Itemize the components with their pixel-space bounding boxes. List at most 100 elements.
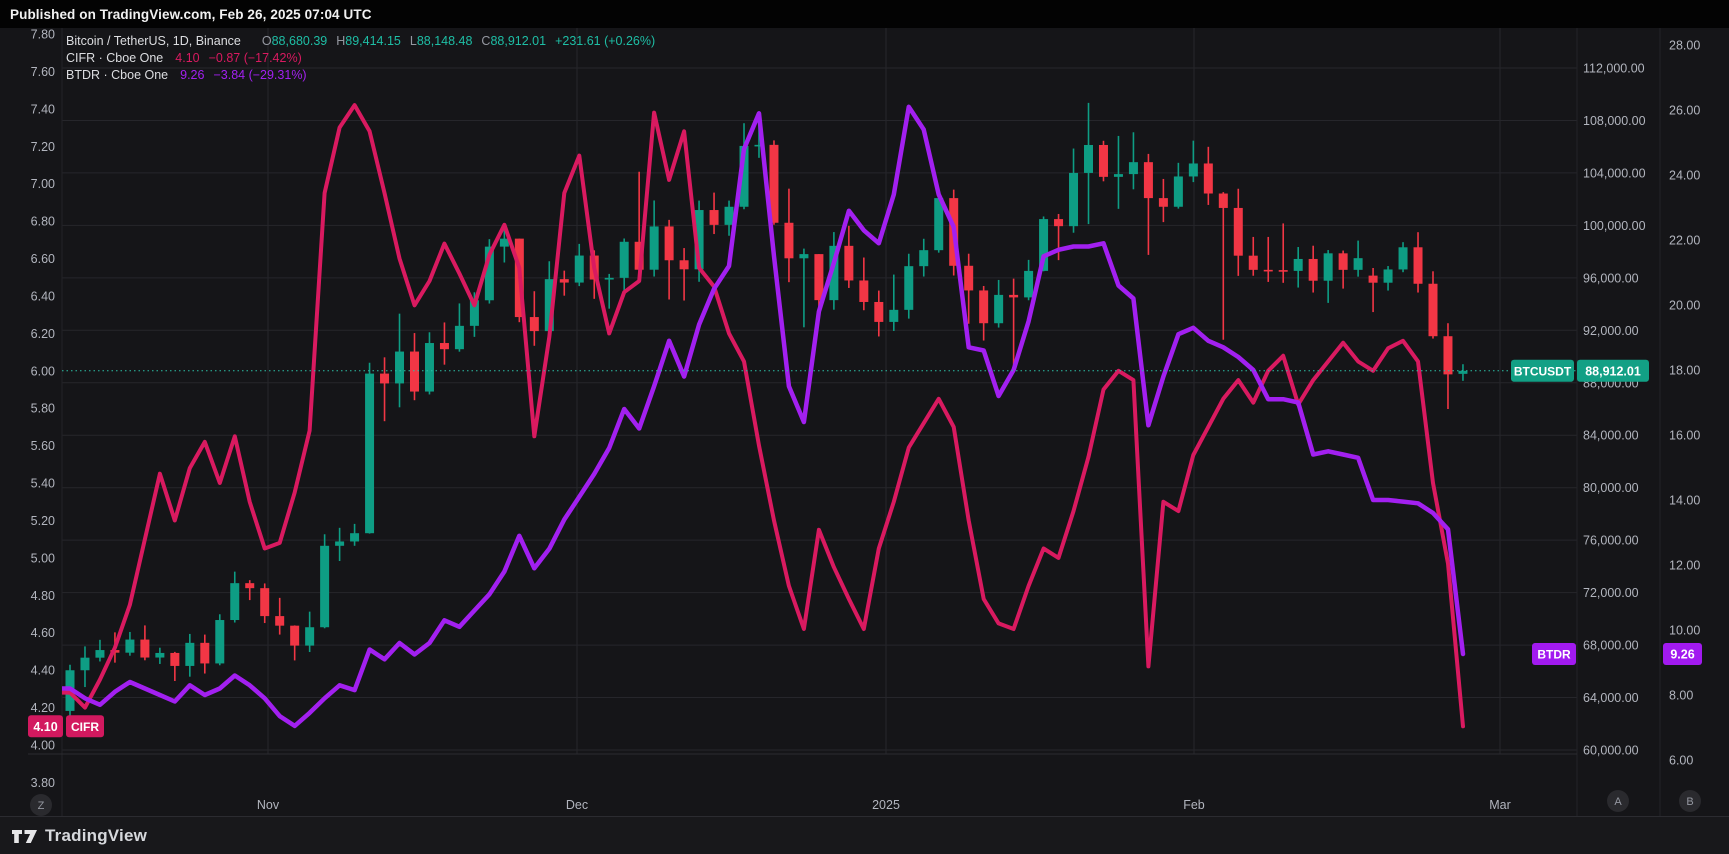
- btc-axis-tick: 64,000.00: [1583, 691, 1639, 705]
- legend-row-cifr[interactable]: CIFR · Cboe One4.10−0.87 (−17.42%): [66, 50, 655, 67]
- candle-body: [710, 210, 719, 225]
- candle-body: [784, 223, 793, 259]
- svg-text:B: B: [1686, 796, 1693, 808]
- candle-body: [230, 583, 239, 620]
- candle-body: [1384, 269, 1393, 282]
- left-axis-tick: 5.60: [31, 439, 55, 453]
- candle-body: [725, 207, 734, 225]
- candle-body: [440, 343, 449, 349]
- btdr-axis-tick: 14.00: [1669, 494, 1700, 508]
- candle-body: [1174, 176, 1183, 206]
- candle-body: [1234, 208, 1243, 256]
- svg-text:Z: Z: [38, 800, 45, 812]
- candle-body: [1309, 259, 1318, 281]
- candle-body: [1264, 270, 1273, 272]
- candle-body: [425, 343, 434, 392]
- candle-body: [290, 626, 299, 646]
- btdr-axis-tick: 10.00: [1669, 624, 1700, 638]
- candle-body: [994, 295, 1003, 323]
- candle-body: [245, 583, 254, 588]
- tradingview-logo[interactable]: TradingView: [11, 826, 147, 846]
- svg-text:88,912.01: 88,912.01: [1585, 364, 1641, 378]
- scale-button-b[interactable]: B: [1679, 790, 1701, 812]
- left-axis-tick: 7.60: [31, 65, 55, 79]
- candle-body: [530, 317, 539, 331]
- chart-legend: Bitcoin / TetherUS, 1D, BinanceO88,680.3…: [66, 33, 655, 85]
- btdr-axis-tick: 20.00: [1669, 299, 1700, 313]
- svg-text:9.26: 9.26: [1670, 648, 1694, 662]
- candle-body: [95, 650, 104, 658]
- candle-body: [455, 326, 464, 349]
- left-axis-tick: 6.60: [31, 252, 55, 266]
- candle-body: [305, 627, 314, 645]
- candle-body: [665, 226, 674, 260]
- candle-body: [1294, 259, 1303, 271]
- time-axis-tick: Feb: [1183, 798, 1205, 812]
- btc-axis-tick: 68,000.00: [1583, 639, 1639, 653]
- candle-body: [1069, 173, 1078, 226]
- candle-body: [1428, 284, 1437, 336]
- candle-body: [320, 546, 329, 627]
- svg-text:4.10: 4.10: [33, 720, 57, 734]
- btdr-axis-tick: 8.00: [1669, 689, 1693, 703]
- candle-body: [1159, 198, 1168, 207]
- left-axis-tick: 6.40: [31, 289, 55, 303]
- candle-body: [620, 242, 629, 278]
- left-axis-tick: 4.20: [31, 701, 55, 715]
- candle-body: [1144, 162, 1153, 198]
- candle-body: [605, 278, 614, 280]
- btdr-axis-tick: 16.00: [1669, 429, 1700, 443]
- candle-body: [1114, 174, 1123, 177]
- candle-body: [1024, 271, 1033, 297]
- time-axis-tick: Mar: [1489, 798, 1511, 812]
- candle-body: [1339, 253, 1348, 270]
- candle-body: [1054, 219, 1063, 226]
- tradingview-brand-text: TradingView: [45, 826, 147, 846]
- left-axis-tick: 6.00: [31, 364, 55, 378]
- candle-body: [575, 256, 584, 283]
- btdr-value: 9.26: [180, 68, 204, 82]
- btc-axis-tick: 76,000.00: [1583, 534, 1639, 548]
- btdr-axis-tick: 26.00: [1669, 104, 1700, 118]
- legend-row-btdr[interactable]: BTDR · Cboe One9.26−3.84 (−29.31%): [66, 67, 655, 84]
- main-symbol-title: Bitcoin / TetherUS, 1D, Binance: [66, 34, 241, 48]
- ohlc-low-value: 88,148.48: [417, 34, 473, 48]
- left-axis-tick: 5.20: [31, 514, 55, 528]
- candle-body: [185, 643, 194, 666]
- left-scale-button-z[interactable]: Z: [30, 794, 52, 816]
- btc-axis-tick: 60,000.00: [1583, 744, 1639, 758]
- candle-body: [170, 653, 179, 666]
- left-axis-tick: 4.60: [31, 626, 55, 640]
- left-axis-tick: 5.40: [31, 477, 55, 491]
- candle-body: [80, 658, 89, 671]
- svg-text:BTDR: BTDR: [1537, 648, 1571, 662]
- btc-axis-tick: 104,000.00: [1583, 166, 1646, 180]
- scale-button-a[interactable]: A: [1607, 790, 1629, 812]
- candle-body: [979, 290, 988, 323]
- left-axis-tick: 5.80: [31, 402, 55, 416]
- candle-body: [275, 616, 284, 626]
- ohlc-low-label: L: [410, 34, 417, 48]
- ohlc-high-value: 89,414.15: [345, 34, 401, 48]
- left-axis-tick: 3.80: [31, 776, 55, 790]
- candle-body: [650, 226, 659, 269]
- ohlc-open-value: 88,680.39: [272, 34, 328, 48]
- candle-body: [964, 266, 973, 291]
- ohlc-high-label: H: [336, 34, 345, 48]
- candle-body: [814, 254, 823, 300]
- cifr-change: −0.87 (−17.42%): [209, 51, 302, 65]
- candle-body: [560, 279, 569, 282]
- published-text: Published on TradingView.com, Feb 26, 20…: [10, 7, 372, 22]
- legend-row-btcusdt[interactable]: Bitcoin / TetherUS, 1D, BinanceO88,680.3…: [66, 33, 655, 50]
- left-axis-tick: 6.80: [31, 215, 55, 229]
- chart-canvas[interactable]: 7.807.607.407.207.006.806.606.406.206.00…: [0, 0, 1729, 854]
- candle-body: [1399, 247, 1408, 269]
- btc-axis-tick: 112,000.00: [1583, 62, 1645, 76]
- time-axis-tick: Nov: [257, 798, 280, 812]
- candle-body: [1204, 163, 1213, 193]
- main-change: +231.61 (+0.26%): [555, 34, 655, 48]
- btc-axis-tick: 80,000.00: [1583, 481, 1639, 495]
- left-axis-tick: 7.40: [31, 102, 55, 116]
- candle-body: [1369, 276, 1378, 283]
- candle-body: [155, 653, 164, 658]
